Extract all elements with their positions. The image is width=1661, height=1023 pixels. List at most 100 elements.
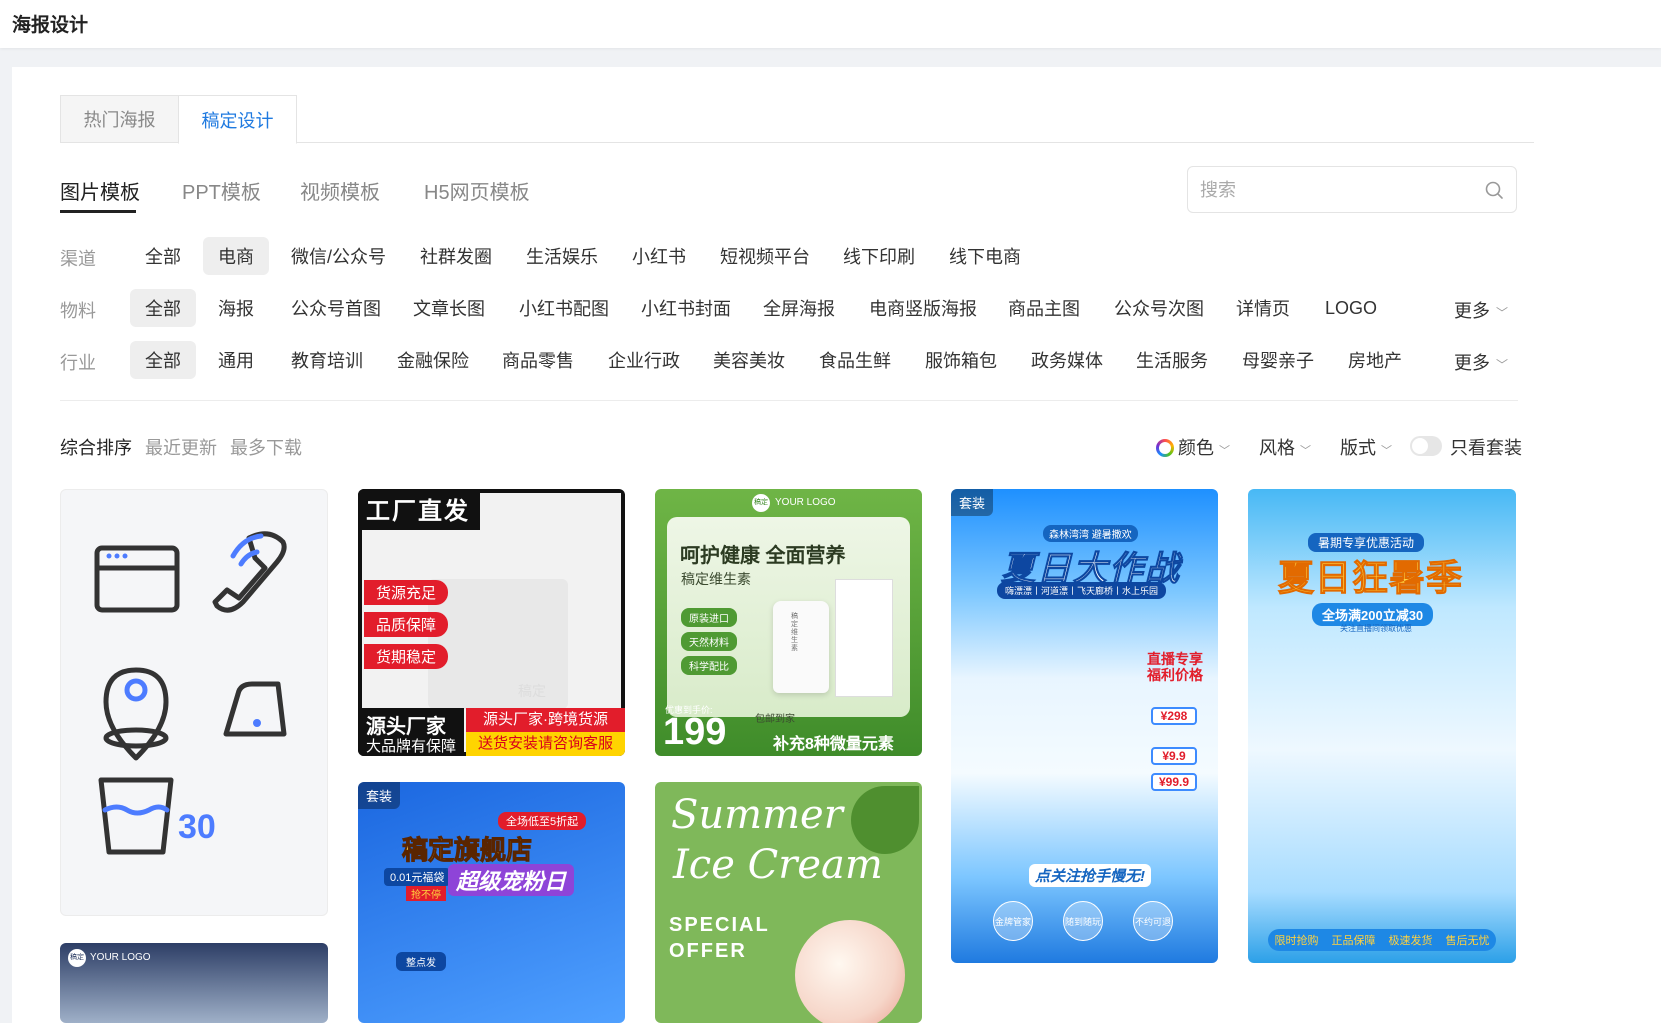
style-filter-dropdown[interactable]: 风格 ﹀ [1259,434,1311,460]
sub-right: 超级宠粉日 [448,864,575,896]
color-filter-dropdown[interactable]: 颜色 ﹀ [1156,434,1230,460]
chip-material-xhs-image[interactable]: 小红书配图 [504,289,624,327]
tag-chip: 天然材料 [681,632,737,651]
sub-left: 0.01元福袋 [384,868,451,886]
chip-channel-ecommerce[interactable]: 电商 [203,237,269,275]
color-wheel-icon [1156,439,1174,457]
search-icon[interactable] [1484,180,1504,200]
chip-channel-all[interactable]: 全部 [130,237,196,275]
chip-channel-life[interactable]: 生活娱乐 [511,237,613,275]
style-filter-label: 风格 [1259,438,1295,458]
sub-left2: 抢不停 [406,886,446,901]
chip-material-detail-page[interactable]: 详情页 [1221,289,1305,327]
top-header: 海报设计 [0,0,1661,48]
chip-industry-all[interactable]: 全部 [130,341,196,379]
price-tag: ¥99.9 [1151,773,1197,791]
top-small: 森林湾湾 避暑撒欢 [1043,525,1138,542]
chevron-down-icon: ﹀ [1495,358,1508,372]
shipping-label: 包邮到家 [755,714,795,725]
chip-industry-beauty[interactable]: 美容美妆 [698,341,800,379]
template-card-flagship-store[interactable]: 套装 全场低至5折起 稿定旗舰店 0.01元福袋 抢不停 超级宠粉日 整点发 [358,782,625,1023]
template-card-icon-set[interactable]: 30 [60,489,328,916]
more-industry-button[interactable]: 更多 ﹀ [1454,349,1508,375]
chip-channel-wechat[interactable]: 微信/公众号 [276,237,401,275]
template-card-partial[interactable]: 稿定 YOUR LOGO [60,943,328,1023]
chip-channel-xiaohongshu[interactable]: 小红书 [617,237,701,275]
footer-item: 正品保障 [1331,935,1376,947]
subnav-video-templates[interactable]: 视频模板 [300,176,380,205]
watermark: 稿定 [518,683,546,699]
chip-label: 整点发 [396,952,446,971]
chip-material-fullscreen[interactable]: 全屏海报 [748,289,850,327]
chip-material-wechat-cover[interactable]: 公众号首图 [276,289,396,327]
tab-hot-posters[interactable]: 热门海报 [60,95,179,143]
sort-most-downloads[interactable]: 最多下载 [230,434,302,460]
chip-channel-offline-print[interactable]: 线下印刷 [828,237,930,275]
template-card-summer-battle[interactable]: 套装 森林湾湾 避暑撒欢 夏日大作战 嗨漂漂丨河道漂丨飞天廊桥丨水上乐园 直播专… [951,489,1218,963]
subnav-h5-templates[interactable]: H5网页模板 [424,176,530,205]
side-title: 福利价格 [1147,667,1203,683]
subnav-ppt-templates[interactable]: PPT模板 [182,176,261,205]
feature-circle: 不约可退 [1133,901,1173,941]
headline-line2: Ice Cream [673,842,883,888]
filter-label-channel: 渠道 [60,249,96,269]
template-card-summer-season[interactable]: 暑期专享优惠活动 夏日狂暑季 全场满200立减30 关注直播间领取优惠 限时抢购… [1248,489,1516,963]
more-material-button[interactable]: 更多 ﹀ [1454,297,1508,323]
chip-material-logo[interactable]: LOGO [1310,289,1392,327]
page-title: 海报设计 [12,15,89,36]
more-material-label: 更多 [1453,301,1490,321]
slogan: 点关注抢手慢无! [1029,864,1151,887]
chip-material-poster[interactable]: 海报 [203,289,269,327]
chevron-down-icon: ﹀ [1495,306,1508,320]
subnav-image-templates[interactable]: 图片模板 [60,176,140,205]
footer-left: 源头厂家 大品牌有保障 [358,708,464,756]
footer-item: 极速发货 [1388,935,1433,947]
template-card-summer-ice-cream[interactable]: Summer Ice Cream SPECIAL OFFER [655,782,922,1023]
footer-bar: 限时抢购 正品保障 极速发货 售后无忧 [1268,929,1496,951]
chip-industry-general[interactable]: 通用 [203,341,269,379]
chip-channel-short-video[interactable]: 短视频平台 [705,237,825,275]
filter-row-channel: 渠道 全部 电商 微信/公众号 社群发圈 生活娱乐 小红书 短视频平台 线下印刷… [60,237,1520,275]
chip-industry-retail[interactable]: 商品零售 [487,341,589,379]
template-card-vitamins[interactable]: 稿定 YOUR LOGO 呵护健康 全面营养 稿定维生素 原装进口 天然材料 科… [655,489,922,756]
filter-row-industry: 行业 全部 通用 教育培训 金融保险 商品零售 企业行政 美容美妆 食品生鲜 服… [60,341,1520,379]
chip-material-xhs-cover[interactable]: 小红书封面 [626,289,746,327]
poster-title: 夏日狂暑季 [1277,557,1464,599]
chip-channel-offline-ecom[interactable]: 线下电商 [934,237,1036,275]
chip-industry-apparel[interactable]: 服饰箱包 [910,341,1012,379]
chip-material-long-image[interactable]: 文章长图 [398,289,500,327]
chip-industry-gov-media[interactable]: 政务媒体 [1016,341,1118,379]
search-input[interactable] [1200,177,1470,203]
chip-industry-education[interactable]: 教育培训 [276,341,378,379]
store-title: 稿定旗舰店 [401,835,533,866]
layout-filter-dropdown[interactable]: 版式 ﹀ [1340,434,1392,460]
chip-material-wechat-secondary[interactable]: 公众号次图 [1099,289,1219,327]
chevron-down-icon: ﹀ [1300,445,1311,457]
chip-material-all[interactable]: 全部 [130,289,196,327]
chip-industry-services[interactable]: 生活服务 [1121,341,1223,379]
chip-industry-finance[interactable]: 金融保险 [382,341,484,379]
chip-material-ecom-vertical[interactable]: 电商竖版海报 [854,289,992,327]
logo-text: YOUR LOGO [90,952,151,963]
chip-industry-admin[interactable]: 企业行政 [593,341,695,379]
wash-temperature-number: 30 [178,808,216,846]
tab-gaoding-design[interactable]: 稿定设计 [178,95,297,144]
tag-chip: 原装进口 [681,608,737,627]
chip-industry-food[interactable]: 食品生鲜 [804,341,906,379]
chip-material-main-image[interactable]: 商品主图 [993,289,1095,327]
chip-industry-real-estate[interactable]: 房地产 [1333,341,1417,379]
footer-item: 限时抢购 [1274,935,1319,947]
gift-box-placeholder [428,579,568,709]
ribbon: 全场低至5折起 [498,812,587,830]
footer-text: 补充8种微量元素 [773,736,894,753]
logo-mark: 稿定 [68,949,86,967]
chip-industry-maternal[interactable]: 母婴亲子 [1227,341,1329,379]
sort-comprehensive[interactable]: 综合排序 [60,434,132,460]
headline-line1: Summer [671,792,843,838]
chip-channel-community[interactable]: 社群发圈 [405,237,507,275]
template-card-factory-direct[interactable]: 工厂直发 货源充足 品质保障 货期稳定 稿定 源头厂家 大品牌有保障 源头厂家·… [358,489,625,756]
feature-circle: 随到随玩 [1063,901,1103,941]
sort-recent[interactable]: 最近更新 [145,434,217,460]
only-sets-toggle[interactable] [1410,436,1442,456]
poster-subtitle: 嗨漂漂丨河道漂丨飞天廊桥丨水上乐园 [997,582,1167,599]
